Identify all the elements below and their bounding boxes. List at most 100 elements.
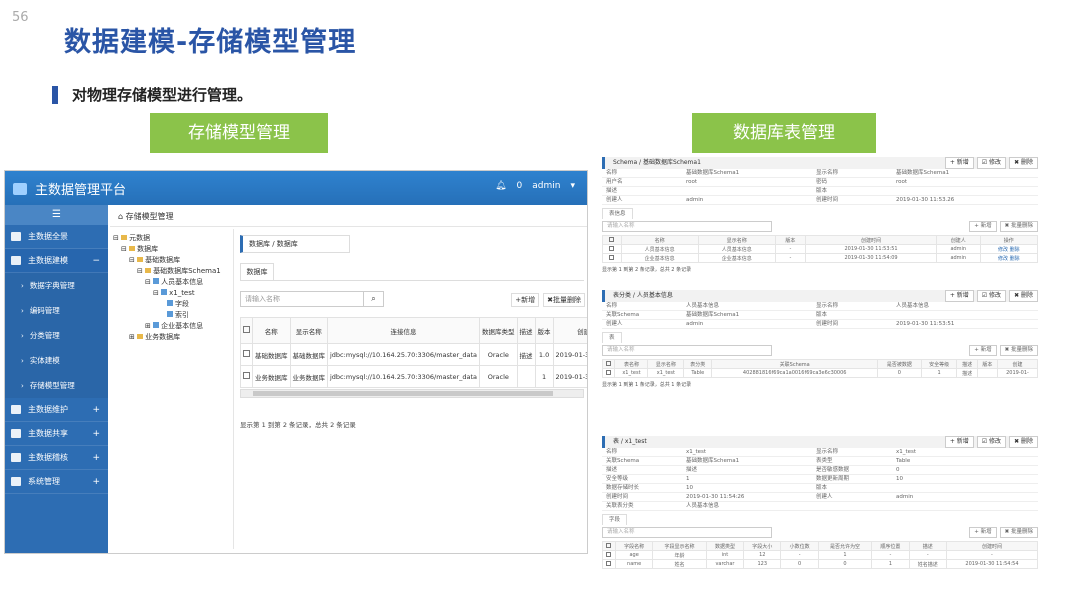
sidebar-item-audit[interactable]: 主数据稽核 +: [5, 446, 108, 470]
sidebar-item-maintain[interactable]: 主数据维护 +: [5, 398, 108, 422]
cell: 姓名: [652, 559, 707, 569]
row-checkbox[interactable]: [240, 365, 253, 388]
scrollbar-thumb[interactable]: [253, 391, 553, 396]
add-button[interactable]: + 新增: [944, 290, 974, 302]
batch-delete-button[interactable]: ✖ 批量删除: [999, 221, 1038, 232]
row-checkbox[interactable]: [602, 253, 622, 263]
detail-value: [892, 502, 1038, 511]
tree-node-base-db[interactable]: ⊟ 基础数据库: [113, 255, 231, 266]
bell-icon[interactable]: 🔔︎: [495, 181, 506, 191]
header-checkbox[interactable]: [602, 235, 622, 245]
table-detail-panel: 表 / x1_test + 新增 ☑ 修改 ✖ 删除 名称 x1_test 显示名称…: [602, 436, 1039, 569]
cell: 修改 删除: [979, 253, 1039, 263]
cell: Oracle: [479, 343, 518, 366]
add-button[interactable]: + 新增: [969, 345, 997, 356]
tab-table[interactable]: 表: [602, 332, 622, 343]
chevron-down-icon[interactable]: ▾: [570, 181, 575, 191]
table-header: 名称 显示名称 版本 创建时间 创建人 操作: [602, 235, 1039, 245]
cogs-icon: [11, 477, 21, 486]
tree-node-db[interactable]: ⊟ 数据库: [113, 244, 231, 255]
detail-value: x1_test: [892, 448, 1038, 457]
sidebar-sub-storage[interactable]: › 存储模型管理: [5, 373, 108, 398]
detail-value: admin: [682, 196, 812, 205]
add-button[interactable]: + 新增: [944, 436, 974, 448]
add-button[interactable]: + 新增: [969, 221, 997, 232]
delete-button[interactable]: ✖ 删除: [1009, 290, 1038, 302]
header-checkbox[interactable]: [240, 317, 253, 344]
table-row[interactable]: age 年龄 int 12-1- - -: [602, 550, 1039, 560]
row-checkbox[interactable]: [601, 368, 616, 378]
header-checkbox[interactable]: [601, 359, 616, 369]
tree-node-company[interactable]: ⊞ 企业基本信息: [113, 321, 231, 332]
detail-value: 人员基本信息: [682, 302, 812, 311]
sidebar-sub-dictionary[interactable]: › 数据字典管理: [5, 273, 108, 298]
tree-node-person[interactable]: ⊟ 人员基本信息: [113, 277, 231, 288]
horizontal-scrollbar[interactable]: [240, 389, 584, 398]
sidebar-item-modeling[interactable]: 主数据建模 −: [5, 249, 108, 273]
search-bar: 请输入名称 + 新增 ✖ 批量删除: [602, 527, 1038, 539]
bullet-bar: [52, 85, 58, 104]
batch-delete-button[interactable]: ✖批量删除: [543, 293, 585, 307]
table-icon: [167, 300, 173, 306]
delete-button[interactable]: ✖ 删除: [1009, 436, 1038, 448]
tree-node-x1[interactable]: ⊟ x1_test: [113, 288, 231, 299]
share-icon: [11, 429, 21, 438]
tree-node-field[interactable]: 字段: [113, 299, 231, 310]
tree-node-biz-db[interactable]: ⊞ 业务数据库: [113, 332, 231, 343]
col-header: 描述: [908, 541, 947, 551]
tree-node-schema[interactable]: ⊟ 基础数据库Schema1: [113, 266, 231, 277]
detail-key: 显示名称: [812, 448, 892, 457]
cell: varchar: [705, 559, 745, 569]
edit-button[interactable]: ☑ 修改: [976, 436, 1007, 448]
col-header: 是否允许为空: [817, 541, 873, 551]
expand-icon: +: [92, 452, 100, 463]
row-checkbox[interactable]: [602, 550, 616, 560]
detail-key: [812, 502, 892, 511]
search-input[interactable]: 请输入名称: [602, 527, 772, 538]
folder-icon: [145, 268, 152, 273]
table-category-panel: 表分类 / 人员基本信息 + 新增 ☑ 修改 ✖ 删除 名称 人员基本信息 显示名称…: [601, 290, 1039, 388]
col-header: 关联Schema: [711, 359, 879, 369]
folder-icon: [129, 246, 136, 251]
tab-database[interactable]: 数据库: [240, 263, 274, 281]
batch-delete-button[interactable]: ✖ 批量删除: [999, 345, 1038, 356]
row-checkbox[interactable]: [602, 244, 622, 254]
add-button[interactable]: + 新增: [969, 527, 997, 538]
tree-node-root[interactable]: ⊟ 元数据: [113, 233, 231, 244]
tab-table-info[interactable]: 表信息: [602, 208, 633, 219]
delete-button[interactable]: ✖ 删除: [1009, 157, 1038, 169]
sidebar-sub-category[interactable]: › 分类管理: [5, 323, 108, 348]
tab-field[interactable]: 字段: [602, 514, 628, 525]
menu-toggle-icon[interactable]: ☰: [5, 205, 108, 225]
header-checkbox[interactable]: [602, 541, 616, 551]
edit-button[interactable]: ☑ 修改: [976, 290, 1007, 302]
sidebar-item-overview[interactable]: 主数据全景: [5, 225, 108, 249]
search-icon[interactable]: ⌕: [363, 291, 384, 307]
table-row[interactable]: name 姓名 varchar 123 0 0 1 姓名描述 2019-01-30 11:54:…: [602, 559, 1039, 569]
table-header: 表名称 显示名称 表分类 关联Schema 是否被数据 安全等级 描述 版本 创建: [601, 359, 1039, 369]
tree-node-index[interactable]: 索引: [113, 310, 231, 321]
table-row[interactable]: x1_test x1_test Table 402881816f69ca1a0016f…: [601, 368, 1039, 378]
search-input[interactable]: 请输入名称: [602, 345, 772, 356]
table-row[interactable]: 业务数据库 业务数据库 jdbc:mysql://10.164.25.70:33…: [240, 365, 587, 388]
table-row[interactable]: 基础数据库 基础数据库 jdbc:mysql://10.164.25.70:33…: [240, 343, 587, 366]
sidebar-item-share[interactable]: 主数据共享 +: [5, 422, 108, 446]
sidebar-sub-entity[interactable]: › 实体建模: [5, 348, 108, 373]
row-checkbox[interactable]: [602, 559, 616, 569]
user-menu[interactable]: admin: [532, 181, 560, 191]
row-checkbox[interactable]: [240, 343, 253, 366]
cell: 业务数据库: [289, 365, 328, 388]
table-row[interactable]: 企业基本信息 企业基本信息 -2019-01-30 11:54:09 admin 修改 …: [602, 253, 1039, 263]
pagination-info: 显示第 1 到第 2 条记录，总共 2 条记录: [602, 267, 692, 273]
detail-key: 是否敏感数据: [812, 466, 892, 475]
add-button[interactable]: +新增: [511, 293, 540, 307]
add-button[interactable]: + 新增: [944, 157, 974, 169]
edit-button[interactable]: ☑ 修改: [976, 157, 1007, 169]
batch-delete-button[interactable]: ✖ 批量删除: [999, 527, 1038, 538]
cell: jdbc:mysql://10.164.25.70:3306/master_da…: [326, 343, 481, 366]
table-row[interactable]: 人员基本信息 人员基本信息 -2019-01-30 11:53:51 admin 修改 …: [602, 244, 1039, 254]
sidebar-sub-coding[interactable]: › 编码管理: [5, 298, 108, 323]
topbar-right: 🔔︎ 0 admin ▾: [495, 181, 575, 191]
search-input[interactable]: 请输入名称: [602, 221, 772, 232]
sidebar-item-system[interactable]: 系统管理 +: [5, 470, 108, 494]
